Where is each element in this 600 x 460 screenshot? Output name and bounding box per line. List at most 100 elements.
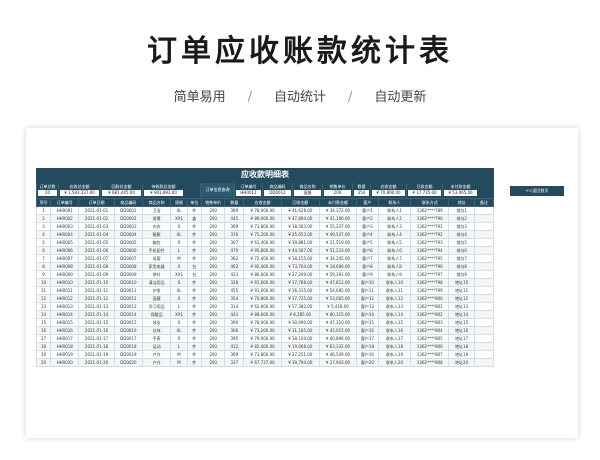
table-cell[interactable]: HH0007 xyxy=(50,254,80,263)
query-cell[interactable]: 订单编号 HH0012 xyxy=(234,183,262,197)
table-cell[interactable]: 联系人20 xyxy=(377,358,412,367)
table-cell[interactable]: M xyxy=(170,350,188,359)
table-cell[interactable]: 客户5 xyxy=(356,238,379,247)
table-cell[interactable]: 件 xyxy=(186,246,202,255)
table-cell[interactable]: ¥ 41,106.00 xyxy=(318,214,358,223)
table-cell[interactable]: 1362****806 xyxy=(410,342,450,351)
table-cell[interactable]: DD0011 xyxy=(113,286,143,295)
table-cell[interactable]: ¥ 17,788.00 xyxy=(280,278,320,287)
table-cell[interactable]: L xyxy=(170,342,188,351)
table-cell[interactable]: 联系人9 xyxy=(377,270,412,279)
table-cell[interactable]: 鞋靴 xyxy=(141,230,172,239)
table-cell[interactable]: HH0001 xyxy=(50,206,80,215)
table-cell[interactable]: 件 xyxy=(186,254,202,263)
table-cell[interactable]: 5 xyxy=(35,238,52,247)
table-cell[interactable]: 2021-01-12 xyxy=(78,294,115,303)
column-header[interactable]: 地址 xyxy=(448,198,476,207)
table-cell[interactable]: 12 xyxy=(35,294,52,303)
table-cell[interactable]: ¥ 54,685.00 xyxy=(318,286,358,295)
table-cell[interactable]: 390 xyxy=(224,318,245,327)
table-cell[interactable]: ¥ 5,418.00 xyxy=(318,302,358,311)
table-cell[interactable]: 362 xyxy=(224,254,245,263)
table-cell[interactable] xyxy=(474,254,494,263)
table-cell[interactable]: DD0007 xyxy=(113,254,143,263)
table-cell[interactable]: 369 xyxy=(224,222,245,231)
table-cell[interactable]: 1362****796 xyxy=(410,262,450,271)
table-cell[interactable]: 件 xyxy=(186,238,202,247)
table-cell[interactable]: ¥ 55,237.00 xyxy=(318,222,358,231)
table-cell[interactable]: 地址9 xyxy=(448,270,476,279)
table-cell[interactable]: 307 xyxy=(224,238,245,247)
table-cell[interactable]: 19 xyxy=(35,350,52,359)
table-cell[interactable]: HH0006 xyxy=(50,246,80,255)
table-cell[interactable]: 200 xyxy=(200,270,226,279)
table-cell[interactable]: ¥ 31,185.00 xyxy=(280,326,320,335)
table-cell[interactable]: ¥ 88,600.00 xyxy=(243,310,282,319)
table-cell[interactable]: 200 xyxy=(200,286,226,295)
table-cell[interactable]: XXL xyxy=(170,310,188,319)
table-cell[interactable]: 客户9 xyxy=(356,270,379,279)
column-header[interactable]: 联系方式 xyxy=(410,198,450,207)
table-cell[interactable]: 客户15 xyxy=(356,318,379,327)
table-cell[interactable]: 2021-01-04 xyxy=(78,230,115,239)
table-cell[interactable]: 台 xyxy=(186,270,202,279)
table-cell[interactable]: XL xyxy=(170,230,188,239)
table-cell[interactable]: 1362****804 xyxy=(410,326,450,335)
table-cell[interactable]: 联系人19 xyxy=(377,350,412,359)
table-cell[interactable] xyxy=(474,334,494,343)
table-cell[interactable]: DD0015 xyxy=(113,318,143,327)
table-cell[interactable]: 2021-01-17 xyxy=(78,334,115,343)
table-cell[interactable]: 地址13 xyxy=(448,302,476,311)
table-cell[interactable]: 件 xyxy=(186,342,202,351)
column-header[interactable]: 序号 xyxy=(35,198,52,207)
table-cell[interactable]: 7 xyxy=(35,254,52,263)
table-cell[interactable]: 11 xyxy=(35,286,52,295)
table-cell[interactable]: ¥ 30,690.00 xyxy=(280,318,320,327)
column-header[interactable]: 商品编码 xyxy=(113,198,143,207)
table-cell[interactable]: 地址5 xyxy=(448,238,476,247)
table-cell[interactable]: ¥ 47,310.00 xyxy=(318,318,358,327)
table-row[interactable]: 17 HH0017 2021-01-17 DD0017 手表 X 件 200 395 ¥ 79,0… xyxy=(35,334,494,343)
table-cell[interactable]: 件 xyxy=(186,334,202,343)
table-cell[interactable]: 2021-01-02 xyxy=(78,214,115,223)
column-header[interactable]: 备注 xyxy=(474,198,494,207)
table-cell[interactable]: ¥ 91,000.00 xyxy=(243,286,282,295)
table-cell[interactable]: 328 xyxy=(224,278,245,287)
table-cell[interactable]: ¥ 47,812.00 xyxy=(318,278,358,287)
table-cell[interactable]: 客户4 xyxy=(356,230,379,239)
table-cell[interactable]: ¥ 65,600.00 xyxy=(243,278,282,287)
table-cell[interactable] xyxy=(474,270,494,279)
table-cell[interactable] xyxy=(474,262,494,271)
table-cell[interactable]: 15 xyxy=(35,318,52,327)
table-cell[interactable]: ¥ 78,000.00 xyxy=(243,318,282,327)
table-cell[interactable]: ¥ 78,000.00 xyxy=(243,206,282,215)
table-cell[interactable]: S xyxy=(170,318,188,327)
table-cell[interactable]: 地址14 xyxy=(448,310,476,319)
table-cell[interactable] xyxy=(474,326,494,335)
table-cell[interactable]: X xyxy=(170,262,188,271)
table-cell[interactable]: 地址2 xyxy=(448,214,476,223)
table-cell[interactable]: ¥ 95,800.00 xyxy=(243,246,282,255)
table-cell[interactable]: 联系人6 xyxy=(377,246,412,255)
table-cell[interactable]: 客户3 xyxy=(356,222,379,231)
table-row[interactable]: 3 HH0003 2021-01-03 DD0003 内衣 S 件 200 369 ¥ 73,80… xyxy=(35,222,494,231)
table-cell[interactable]: 件 xyxy=(186,302,202,311)
table-cell[interactable]: DD0020 xyxy=(113,358,143,367)
table-cell[interactable]: 2021-01-09 xyxy=(78,270,115,279)
table-cell[interactable]: 200 xyxy=(200,334,226,343)
table-cell[interactable]: ¥ 67,737.00 xyxy=(243,358,282,367)
table-cell[interactable]: 200 xyxy=(200,254,226,263)
table-row[interactable]: 7 HH0007 2021-01-07 DD0007 母婴 M 件 200 362 ¥ 72,40… xyxy=(35,254,494,263)
table-cell[interactable]: 客户10 xyxy=(356,278,379,287)
table-cell[interactable]: 家用电器 xyxy=(141,262,172,271)
table-cell[interactable]: 地址15 xyxy=(448,318,476,327)
table-cell[interactable]: 联系人4 xyxy=(377,230,412,239)
table-cell[interactable]: 200 xyxy=(200,302,226,311)
table-cell[interactable]: 件 xyxy=(186,294,202,303)
table-cell[interactable]: ¥ 63,332.00 xyxy=(318,342,358,351)
table-cell[interactable]: HH0016 xyxy=(50,326,80,335)
table-cell[interactable]: XL xyxy=(170,326,188,335)
table-cell[interactable]: ¥ 82,400.00 xyxy=(243,342,282,351)
table-cell[interactable]: 4 xyxy=(35,230,52,239)
table-cell[interactable]: ¥ 34,245.00 xyxy=(318,254,358,263)
